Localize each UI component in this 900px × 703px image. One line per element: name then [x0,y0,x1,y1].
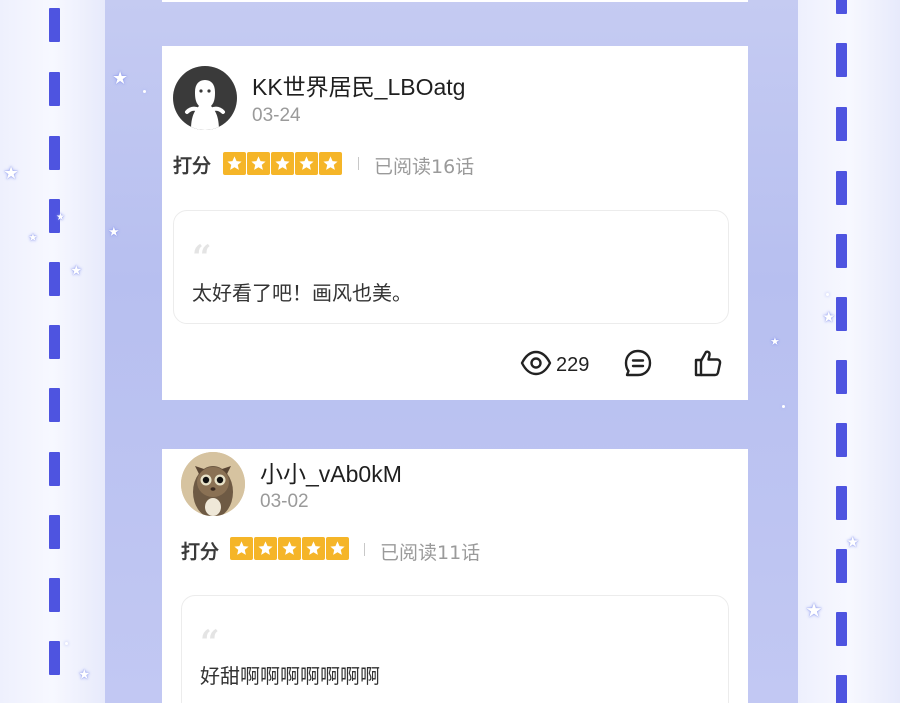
sparkle-star-icon: ★ [78,667,91,683]
comment-text: 太好看了吧！画风也美。 [192,281,412,305]
film-hole [836,171,847,205]
rating-star-icon [319,152,342,175]
rating-star-icon [247,152,270,175]
views-count: 229 [556,353,590,376]
comic-page: ★ ★ ★ ★ ★ ★ ★ ★ ★ ★ ★ KK世界居民_LBOatg 03-2… [0,0,900,703]
rating-star-icon [278,537,301,560]
sparkle-star-icon: ★ [108,225,120,240]
score-label: 打分 [181,541,220,563]
previous-comment-card [162,0,748,2]
film-hole [49,578,60,612]
comment-bubble: “ 好甜啊啊啊啊啊啊啊 [181,595,729,703]
quote-mark-icon: “ [200,623,220,663]
comment-actions: 229 [520,348,723,382]
film-hole [49,136,60,170]
film-hole [49,452,60,486]
rating-star-icon [271,152,294,175]
comment-date: 03-24 [252,105,301,126]
film-hole [836,360,847,394]
reply-icon[interactable] [623,348,653,382]
score-label: 打分 [173,155,212,177]
comment-card: 小小_vAb0kM 03-02 打分 已阅读11话 “ 好甜啊啊啊啊啊啊啊 [162,449,748,703]
sparkle-star-icon: ★ [112,68,129,89]
sparkle-star-icon: ★ [70,263,83,279]
film-hole [49,8,60,42]
sparkle-star-icon: ★ [846,533,860,551]
film-hole [836,234,847,268]
sparkle-dot [826,293,829,296]
film-hole [49,262,60,296]
sparkle-star-icon: ★ [805,598,823,622]
rating-stars [223,152,342,175]
divider [358,157,359,170]
views-icon [520,349,552,381]
film-hole [836,43,847,77]
film-hole [836,297,847,331]
comment-bubble: “ 太好看了吧！画风也美。 [173,210,729,324]
film-hole [49,515,60,549]
film-hole [836,107,847,141]
comment-date: 03-02 [260,491,309,512]
sparkle-star-icon: ★ [3,163,20,184]
rating-star-icon [302,537,325,560]
sparkle-dot [65,642,68,645]
sparkle-dot [143,90,146,93]
divider [364,543,365,556]
film-hole [836,612,847,646]
film-hole [49,388,60,422]
username[interactable]: KK世界居民_LBOatg [252,68,465,102]
rating-stars [230,537,349,560]
cat-avatar-icon[interactable] [181,452,245,516]
comment-text: 好甜啊啊啊啊啊啊啊 [200,664,380,688]
rating-star-icon [254,537,277,560]
comment-card: KK世界居民_LBOatg 03-24 打分 已阅读16话 “ 太好看了吧！画风… [162,46,748,400]
quote-mark-icon: “ [192,238,212,278]
sparkle-star-icon: ★ [822,308,836,326]
rating-star-icon [326,537,349,560]
left-film-strip [0,0,105,703]
rating-star-icon [295,152,318,175]
film-hole [836,423,847,457]
film-hole [49,641,60,675]
username[interactable]: 小小_vAb0kM [260,455,402,489]
ghost-avatar-icon[interactable] [173,66,237,130]
film-hole [836,486,847,520]
rating-star-icon [223,152,246,175]
film-hole [836,675,847,703]
like-thumb-icon[interactable] [693,348,723,382]
film-hole [836,0,847,14]
sparkle-star-icon: ★ [28,231,38,244]
read-progress: 已阅读16话 [374,156,475,178]
film-hole [836,549,847,583]
sparkle-star-icon: ★ [56,212,65,223]
rating-star-icon [230,537,253,560]
sparkle-star-icon: ★ [770,335,780,348]
film-hole [49,72,60,106]
read-progress: 已阅读11话 [380,542,481,564]
sparkle-dot [782,405,785,408]
film-hole [49,325,60,359]
